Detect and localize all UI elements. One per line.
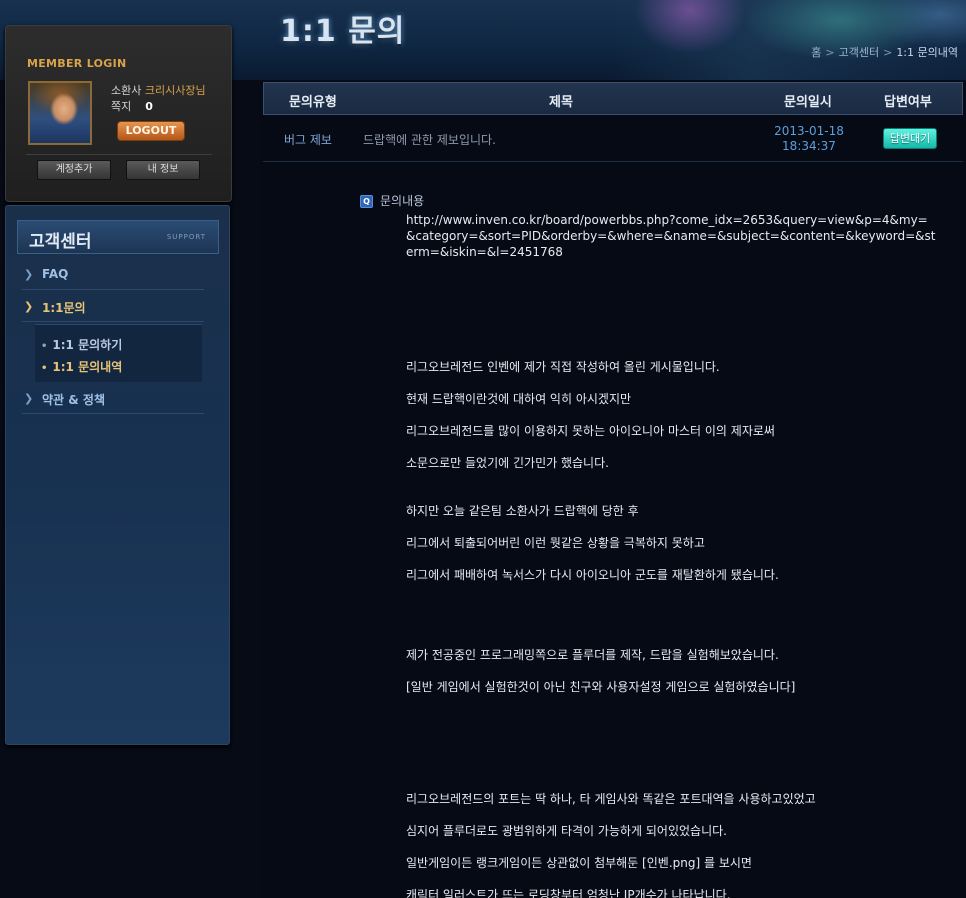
status-badge: 답변대기 [883, 128, 937, 149]
inquiry-line: 리그에서 퇴출되어버린 이런 뭣같은 상황을 극복하지 못하고 [406, 536, 705, 550]
support-title: 고객센터 [29, 232, 92, 252]
sidebar-item-label: 1:1문의 [42, 301, 86, 315]
avatar [28, 81, 92, 145]
summoner-prefix: 소환사 [111, 84, 142, 97]
inquiry-line: 하지만 오늘 같은팀 소환사가 드랍핵에 당한 후 [406, 504, 639, 518]
chevron-right-icon: ❯ [24, 392, 34, 405]
breadcrumb-support[interactable]: 고객센터 [839, 46, 879, 59]
add-account-button[interactable]: 계정추가 [37, 160, 111, 180]
inquiry-content-label: 문의내용 [380, 194, 425, 208]
login-title: MEMBER LOGIN [27, 57, 127, 70]
breadcrumb-separator: > [825, 46, 835, 59]
inquiry-line: 소문으로만 들었기에 긴가민가 했습니다. [406, 456, 609, 470]
breadcrumb: 홈 > 고객센터 >1:1 문의내역 [811, 44, 958, 60]
table-row[interactable]: 버그 제보 드랍핵에 관한 제보입니다. 2013-01-18 18:34:37… [263, 116, 963, 162]
inquiry-date: 2013-01-18 [774, 124, 844, 138]
inquiry-line: 심지어 플루더로도 광범위하게 타격이 가능하게 되어있었습니다. [406, 824, 727, 838]
divider [26, 154, 212, 155]
subnav-item-label: 1:1 문의하기 [52, 338, 123, 352]
breadcrumb-current: 1:1 문의내역 [896, 46, 958, 59]
inquiry-type: 버그 제보 [284, 133, 332, 147]
subnav-item-new-inquiry[interactable]: • 1:1 문의하기 [41, 336, 122, 353]
my-info-button[interactable]: 내 정보 [126, 160, 200, 180]
header-subject: 제목 [549, 95, 573, 110]
banner-artwork [610, 0, 966, 80]
inquiry-line: 캐릭터 일러스트가 뜨는 로딩창부터 엄청난 IP개수가 나타납니다. [406, 888, 731, 898]
inquiry-line: 리그오브레전드 인벤에 제가 직접 작성하여 올린 게시물입니다. [406, 360, 720, 374]
inquiry-line: 리그오브레전드의 포트는 딱 하나, 타 게임사와 똑같은 포트대역을 사용하고… [406, 792, 816, 806]
summoner-name: 소환사 크리시사장님 [111, 82, 206, 98]
table-header: 문의유형 제목 문의일시 답변여부 [263, 82, 963, 115]
subnav-item-inquiry-history[interactable]: • 1:1 문의내역 [41, 358, 122, 375]
member-login-panel: MEMBER LOGIN 소환사 크리시사장님 쪽지 0 LOGOUT 계정추가 … [5, 25, 232, 202]
sidebar-item-terms-policy[interactable]: ❯ 약관 & 정책 [22, 388, 204, 414]
inquiry-line: 현재 드랍핵이란것에 대하여 익히 아시겠지만 [406, 392, 632, 406]
summoner-nickname: 크리시사장님 [144, 84, 206, 97]
sidebar-item-label: 약관 & 정책 [42, 393, 105, 407]
inquiry-datetime: 2013-01-18 18:34:37 [768, 124, 850, 154]
breadcrumb-home[interactable]: 홈 [811, 46, 821, 59]
inquiry-line: 리그에서 패배하여 녹서스가 다시 아이오니아 군도를 재탈환하게 됐습니다. [406, 568, 779, 582]
inquiry-detail: 문의유형 제목 문의일시 답변여부 버그 제보 드랍핵에 관한 제보입니다. 2… [260, 82, 966, 898]
message-count-value: 0 [145, 100, 153, 113]
sidebar-item-label: FAQ [42, 267, 69, 281]
message-label: 쪽지 [111, 100, 132, 113]
header-status: 답변여부 [884, 95, 932, 110]
chevron-right-icon: ❯ [24, 268, 34, 281]
support-sidebar: 고객센터 SUPPORT ❯ FAQ ❯ 1:1문의 • 1:1 문의하기 • 1:… [5, 205, 230, 745]
inquiry-subject[interactable]: 드랍핵에 관한 제보입니다. [363, 131, 496, 148]
sidebar-item-faq[interactable]: ❯ FAQ [22, 264, 204, 290]
sidebar-item-inquiry[interactable]: ❯ 1:1문의 [22, 296, 204, 322]
header-date: 문의일시 [784, 95, 832, 110]
inquiry-line: 일반게임이든 랭크게임이든 상관없이 첨부해둔 [인벤.png] 를 보시면 [406, 856, 752, 870]
chevron-right-icon: ❯ [24, 300, 34, 313]
inquiry-line: 제가 전공중인 프로그래밍쪽으로 플루더를 제작, 드랍을 실험해보았습니다. [406, 648, 779, 662]
inquiry-url: http://www.inven.co.kr/board/powerbbs.ph… [406, 213, 936, 259]
message-count[interactable]: 쪽지 0 [111, 98, 153, 114]
inquiry-line: 리그오브레전드를 많이 이용하지 못하는 아이오니아 마스터 이의 제자로써 [406, 424, 775, 438]
bullet-icon: • [41, 341, 48, 352]
inquiry-time: 18:34:37 [782, 139, 836, 153]
support-header: 고객센터 SUPPORT [17, 220, 219, 254]
sidebar-subnav: • 1:1 문의하기 • 1:1 문의내역 [35, 324, 202, 382]
header-type: 문의유형 [289, 95, 337, 110]
logout-button[interactable]: LOGOUT [117, 121, 185, 141]
subnav-item-label: 1:1 문의내역 [52, 360, 123, 374]
bullet-icon: • [41, 363, 48, 374]
breadcrumb-separator: > [883, 46, 893, 59]
question-icon: Q [360, 195, 373, 208]
support-subtitle: SUPPORT [166, 233, 206, 241]
inquiry-line: [일반 게임에서 실험한것이 아닌 친구와 사용자설정 게임으로 실험하였습니다… [406, 680, 796, 694]
page-title: 1:1 문의 [280, 14, 406, 49]
